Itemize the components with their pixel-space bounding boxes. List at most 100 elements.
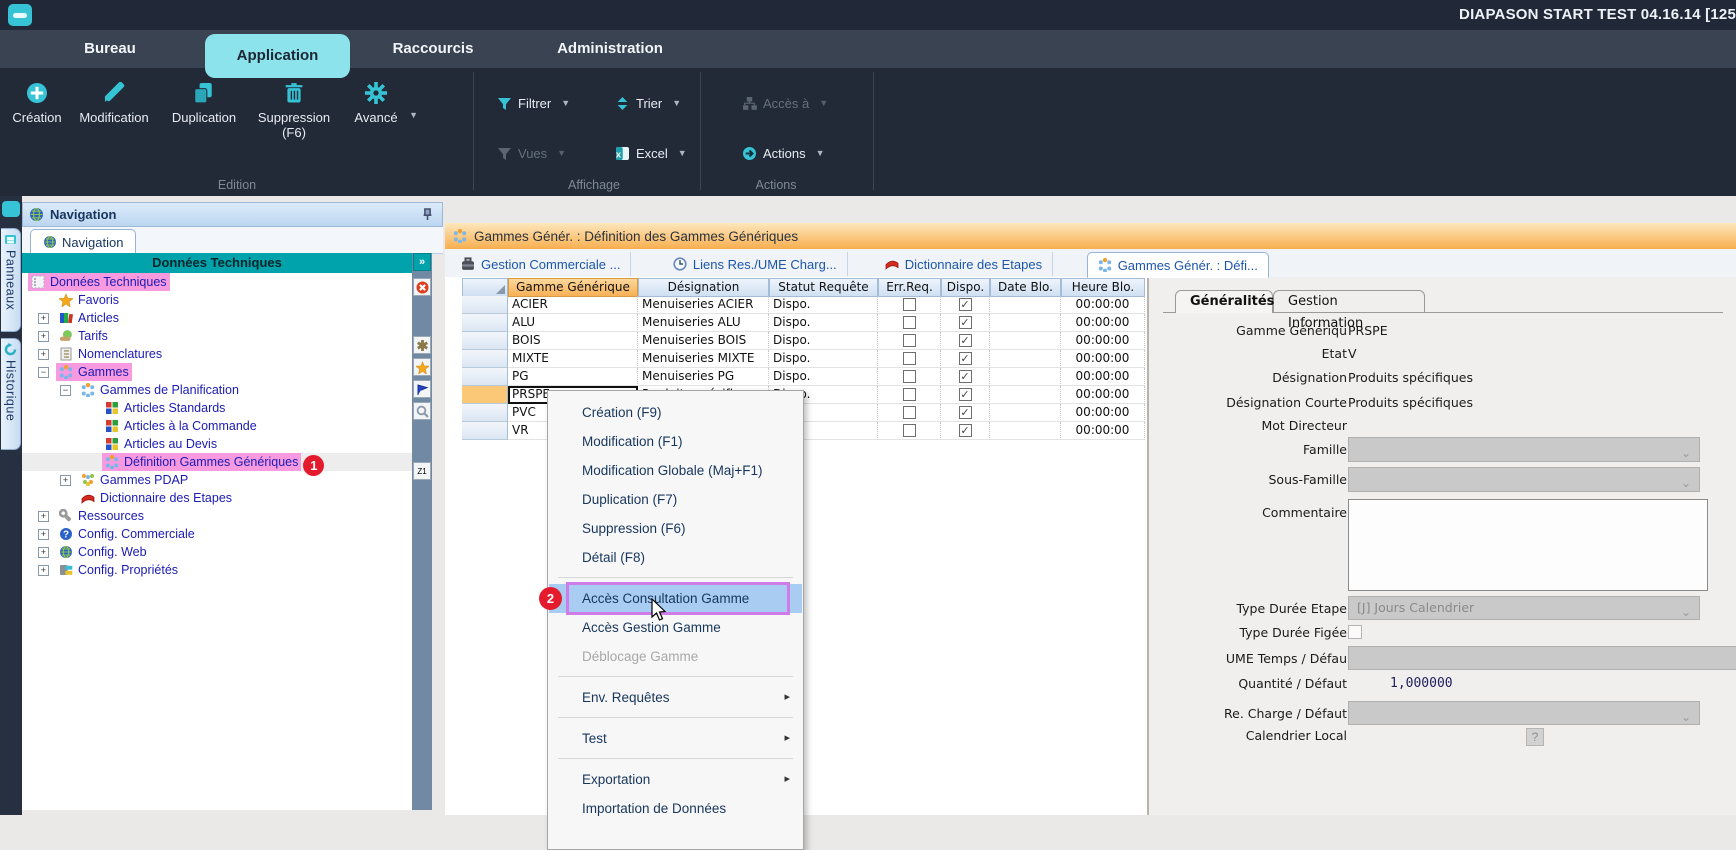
table-cell[interactable]	[878, 386, 941, 404]
table-cell[interactable]: Dispo.	[769, 368, 878, 386]
form-tab-gestion-information[interactable]: Gestion Information	[1273, 290, 1425, 313]
table-cell[interactable]: Dispo.	[769, 314, 878, 332]
side-tab-historique[interactable]: Historique	[1, 338, 21, 450]
dock-logo-icon[interactable]	[2, 201, 20, 217]
row-selector-cell[interactable]	[462, 332, 508, 350]
table-cell[interactable]: 00:00:00	[1061, 296, 1145, 314]
table-cell[interactable]: 00:00:00	[1061, 368, 1145, 386]
form-field-type-duree-etape[interactable]: [J] Jours Calendrier⌄	[1348, 596, 1700, 620]
ribbon-button-vues[interactable]: Vues▼	[497, 140, 566, 166]
table-cell[interactable]: 00:00:00	[1061, 314, 1145, 332]
form-field-type-duree-figee-unchecked[interactable]	[1348, 625, 1362, 639]
side-tab-panneaux[interactable]: Panneaux	[1, 228, 21, 332]
menu-tab-administration[interactable]: Administration	[540, 30, 680, 68]
menu-tab-bureau[interactable]: Bureau	[75, 30, 145, 68]
collapse-box-icon[interactable]: −	[60, 385, 71, 396]
tree-item-config-commerciale[interactable]: +?Config. Commerciale	[22, 525, 412, 543]
ribbon-button-acces-a[interactable]: Accès à▼	[742, 90, 828, 116]
tree-item-ressources[interactable]: +Ressources	[22, 507, 412, 525]
tree-item-config-proprietes[interactable]: +Config. Propriétés	[22, 561, 412, 579]
menu-item-acces-gestion-gamme[interactable]: Accès Gestion Gamme	[549, 613, 802, 642]
checkbox-err-req-unchecked[interactable]	[903, 316, 916, 329]
row-selector-cell[interactable]	[462, 386, 508, 404]
ribbon-button-creation[interactable]: Création	[6, 82, 68, 125]
menu-item-suppression-f6[interactable]: Suppression (F6)	[549, 514, 802, 543]
menu-item-exportation[interactable]: Exportation▸	[549, 765, 802, 794]
table-cell[interactable]	[878, 296, 941, 314]
table-cell[interactable]	[878, 332, 941, 350]
tree-item-articles-au-devis[interactable]: Articles au Devis	[22, 435, 412, 453]
tree-item-donnees-techniques[interactable]: Données Techniques	[22, 273, 412, 291]
tree-item-nomenclatures[interactable]: +Nomenclatures	[22, 345, 412, 363]
form-field-re-charge-defaut[interactable]: ⌄	[1348, 701, 1700, 725]
table-cell[interactable]	[990, 332, 1061, 350]
menu-tab-application[interactable]: Application	[205, 34, 350, 78]
table-cell[interactable]: 00:00:00	[1061, 386, 1145, 404]
table-cell[interactable]	[878, 404, 941, 422]
table-cell[interactable]: Dispo.	[769, 332, 878, 350]
row-selector-cell[interactable]	[462, 422, 508, 440]
document-tab-dictionnaire-des-etapes[interactable]: Dictionnaire des Etapes	[875, 252, 1053, 276]
menu-item-acces-consultation-gamme[interactable]: Accès Consultation Gamme2	[549, 584, 802, 613]
table-cell[interactable]	[878, 314, 941, 332]
ribbon-button-duplication[interactable]: Duplication	[160, 82, 248, 125]
checkbox-dispo-checked[interactable]: ✓	[959, 298, 972, 311]
checkbox-err-req-unchecked[interactable]	[903, 424, 916, 437]
column-header-designation[interactable]: Désignation	[638, 278, 769, 297]
checkbox-dispo-checked[interactable]: ✓	[959, 370, 972, 383]
column-header-dispo[interactable]: Dispo.	[941, 278, 990, 297]
table-cell[interactable]: ✓	[941, 404, 990, 422]
tree-item-tarifs[interactable]: +Tarifs	[22, 327, 412, 345]
ribbon-button-excel[interactable]: xExcel▼	[615, 140, 687, 166]
favorite-button[interactable]	[413, 358, 431, 376]
table-cell[interactable]	[990, 296, 1061, 314]
expand-box-icon[interactable]: +	[38, 529, 49, 540]
expand-box-icon[interactable]: +	[38, 565, 49, 576]
tree-item-gammes[interactable]: −Gammes	[22, 363, 412, 381]
table-cell[interactable]: 00:00:00	[1061, 332, 1145, 350]
table-cell[interactable]: 00:00:00	[1061, 350, 1145, 368]
tree-item-articles-a-la-commande[interactable]: Articles à la Commande	[22, 417, 412, 435]
table-cell[interactable]: Dispo.	[769, 296, 878, 314]
checkbox-err-req-unchecked[interactable]	[903, 352, 916, 365]
table-cell[interactable]	[878, 422, 941, 440]
menu-item-test[interactable]: Test▸	[549, 724, 802, 753]
form-field-ume-temps-defau[interactable]	[1348, 646, 1736, 670]
table-cell[interactable]	[990, 386, 1061, 404]
ribbon-button-avance[interactable]: Avancé▼	[340, 82, 412, 125]
collapse-box-icon[interactable]: −	[38, 367, 49, 378]
pin-icon[interactable]	[421, 208, 434, 221]
expand-box-icon[interactable]: +	[38, 313, 49, 324]
table-cell[interactable]: MIXTE	[508, 350, 638, 368]
menu-item-importation-de-donnees[interactable]: Importation de Données	[549, 794, 802, 823]
ribbon-button-trier[interactable]: Trier▼	[615, 90, 681, 116]
table-cell[interactable]: ✓	[941, 386, 990, 404]
tab-navigation[interactable]: Navigation	[30, 229, 136, 254]
table-cell[interactable]: 00:00:00	[1061, 404, 1145, 422]
app-logo-icon[interactable]	[8, 4, 32, 26]
table-cell[interactable]	[878, 368, 941, 386]
checkbox-err-req-unchecked[interactable]	[903, 370, 916, 383]
tree-item-definition-gammes-generiques[interactable]: Définition Gammes Génériques1	[22, 453, 412, 471]
checkbox-dispo-checked[interactable]: ✓	[959, 406, 972, 419]
checkbox-dispo-checked[interactable]: ✓	[959, 424, 972, 437]
document-tab-gammes-gener-defi[interactable]: Gammes Génér. : Défi...	[1087, 252, 1269, 278]
checkbox-dispo-checked[interactable]: ✓	[959, 352, 972, 365]
close-button[interactable]	[413, 278, 431, 296]
row-selector-cell[interactable]	[462, 368, 508, 386]
tree-item-favoris[interactable]: Favoris	[22, 291, 412, 309]
expand-box-icon[interactable]: +	[38, 349, 49, 360]
expand-box-icon[interactable]: +	[38, 511, 49, 522]
row-selector-cell[interactable]	[462, 350, 508, 368]
row-selector-cell[interactable]	[462, 314, 508, 332]
flag-button[interactable]	[413, 380, 431, 398]
menu-item-duplication-f7[interactable]: Duplication (F7)	[549, 485, 802, 514]
table-cell[interactable]	[990, 314, 1061, 332]
table-cell[interactable]: ✓	[941, 296, 990, 314]
zoom-z1-button[interactable]: Z1	[413, 462, 431, 480]
settings-button[interactable]	[413, 336, 431, 354]
menu-item-detail-f8[interactable]: Détail (F8)	[549, 543, 802, 572]
table-cell[interactable]: Menuiseries BOIS	[638, 332, 769, 350]
menu-item-deblocage-gamme[interactable]: Déblocage Gamme	[549, 642, 802, 671]
tree-item-dictionnaire-des-etapes[interactable]: Dictionnaire des Etapes	[22, 489, 412, 507]
